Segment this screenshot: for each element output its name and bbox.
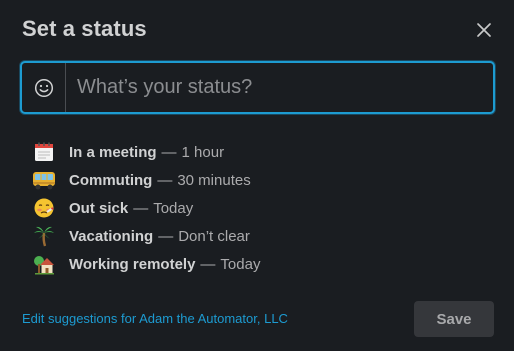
- suggestion-label: Vacationing: [69, 227, 154, 245]
- suggestion-working-remotely[interactable]: Working remotely — Today: [32, 250, 260, 278]
- set-status-modal: Set a status What’s your status? In a me…: [0, 0, 514, 351]
- emoji-picker-button[interactable]: [22, 63, 66, 112]
- suggestion-commuting[interactable]: Commuting — 30 minutes: [32, 166, 260, 194]
- save-button[interactable]: Save: [414, 301, 494, 337]
- status-input-container: [20, 61, 495, 114]
- suggestion-label: Out sick: [69, 199, 129, 217]
- suggestion-duration: Today: [220, 255, 261, 273]
- suggestion-separator: —: [133, 199, 149, 217]
- suggestion-out-sick[interactable]: Out sick — Today: [32, 194, 260, 222]
- suggestion-label: Commuting: [69, 171, 153, 189]
- calendar-icon: [32, 140, 56, 164]
- suggestion-separator: —: [158, 227, 174, 245]
- suggestion-duration: 30 minutes: [177, 171, 251, 189]
- modal-title: Set a status: [22, 16, 147, 41]
- status-input[interactable]: [66, 63, 493, 112]
- smiley-face-icon: [34, 78, 53, 97]
- palm-tree-icon: [32, 224, 56, 248]
- suggestion-separator: —: [161, 143, 177, 161]
- status-suggestions-list: In a meeting — 1 hour Commuting — 30 min…: [32, 138, 260, 278]
- suggestion-in-a-meeting[interactable]: In a meeting — 1 hour: [32, 138, 260, 166]
- suggestion-separator: —: [200, 255, 216, 273]
- suggestion-separator: —: [157, 171, 173, 189]
- sick-face-icon: [32, 196, 56, 220]
- edit-suggestions-link[interactable]: Edit suggestions for Adam the Automator,…: [22, 311, 288, 326]
- close-button[interactable]: [470, 16, 498, 44]
- suggestion-duration: Don’t clear: [178, 227, 250, 245]
- suggestion-label: Working remotely: [69, 255, 196, 273]
- house-icon: [32, 252, 56, 276]
- close-icon: [477, 23, 491, 37]
- bus-icon: [32, 168, 56, 192]
- suggestion-vacationing[interactable]: Vacationing — Don’t clear: [32, 222, 260, 250]
- suggestion-duration: 1 hour: [181, 143, 225, 161]
- suggestion-label: In a meeting: [69, 143, 157, 161]
- suggestion-duration: Today: [153, 199, 194, 217]
